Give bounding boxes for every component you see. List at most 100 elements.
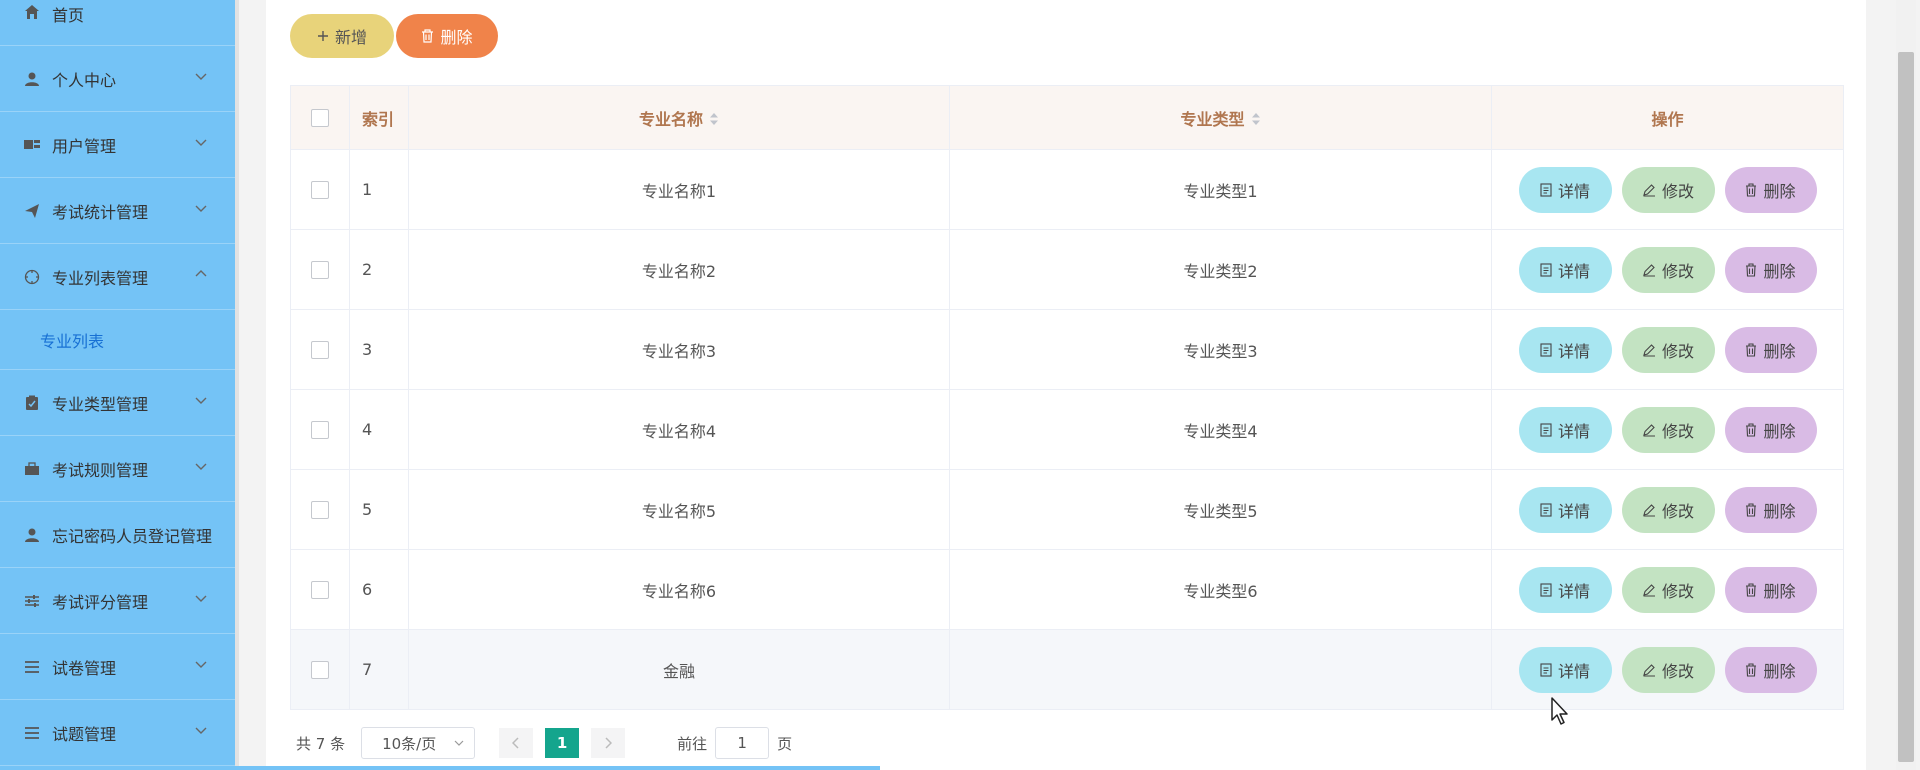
sidebar-item-papers[interactable]: 试卷管理	[0, 634, 235, 700]
document-icon	[1540, 182, 1552, 197]
row-delete-button[interactable]: 删除	[1724, 406, 1817, 453]
page-scrollbar[interactable]	[1896, 0, 1916, 770]
table-row[interactable]: 6 专业名称6 专业类型6 详情 修改 删除	[290, 549, 1844, 630]
delete-label: 删除	[1763, 501, 1796, 521]
header-name[interactable]: 专业名称	[408, 85, 950, 150]
sidebar-item-profile[interactable]: 个人中心	[0, 46, 235, 112]
sidebar-item-exam-rules[interactable]: 考试规则管理	[0, 436, 235, 502]
row-checkbox[interactable]	[311, 661, 329, 680]
edit-label: 修改	[1661, 421, 1694, 441]
next-page-button[interactable]	[591, 728, 626, 758]
detail-button[interactable]: 详情	[1518, 246, 1612, 293]
menu-icon	[22, 723, 42, 743]
sidebar-item-questions[interactable]: 试题管理	[0, 700, 235, 766]
sidebar-item-label: 忘记密码人员登记管理	[52, 526, 213, 546]
scrollbar-thumb[interactable]	[1898, 52, 1914, 762]
sidebar-item-label: 考试规则管理	[52, 460, 149, 480]
prev-page-button[interactable]	[499, 728, 534, 758]
edit-button[interactable]: 修改	[1621, 646, 1715, 693]
row-major-type	[949, 629, 1492, 710]
row-checkbox-cell	[290, 629, 350, 710]
row-delete-button[interactable]: 删除	[1724, 246, 1817, 293]
detail-button[interactable]: 详情	[1518, 406, 1612, 453]
row-major-name: 专业名称3	[408, 309, 950, 390]
row-delete-button[interactable]: 删除	[1724, 326, 1817, 373]
edit-button[interactable]: 修改	[1621, 326, 1715, 373]
edit-icon	[1642, 663, 1656, 677]
row-checkbox[interactable]	[311, 421, 329, 440]
edit-label: 修改	[1661, 581, 1694, 601]
sidebar-item-major-type-mgmt[interactable]: 专业类型管理	[0, 370, 235, 436]
row-checkbox-cell	[290, 549, 350, 630]
delete-button[interactable]: 删除	[396, 14, 498, 58]
row-delete-button[interactable]: 删除	[1724, 566, 1817, 613]
goto-page: 前往 1 页	[677, 727, 792, 759]
table-row[interactable]: 1 专业名称1 专业类型1 详情 修改 删除	[290, 149, 1844, 230]
sidebar-item-exam-scoring[interactable]: 考试评分管理	[0, 568, 235, 634]
detail-button[interactable]: 详情	[1518, 486, 1612, 533]
edit-button[interactable]: 修改	[1621, 166, 1715, 213]
table-row[interactable]: 7 金融 详情 修改 删除	[290, 629, 1844, 710]
sidebar-item-users[interactable]: 用户管理	[0, 112, 235, 178]
sidebar-item-home[interactable]: 首页	[0, 0, 235, 46]
table-row[interactable]: 4 专业名称4 专业类型4 详情 修改 删除	[290, 389, 1844, 470]
detail-label: 详情	[1557, 181, 1590, 201]
trash-icon	[1745, 262, 1757, 277]
table-row[interactable]: 2 专业名称2 专业类型2 详情 修改 删除	[290, 229, 1844, 310]
detail-button[interactable]: 详情	[1518, 566, 1612, 613]
sidebar-item-forgot-password[interactable]: 忘记密码人员登记管理	[0, 502, 235, 568]
delete-label: 删除	[1763, 581, 1796, 601]
sidebar-item-label: 个人中心	[52, 70, 117, 90]
row-index: 5	[349, 469, 409, 550]
header-type[interactable]: 专业类型	[949, 85, 1492, 150]
sidebar: 首页 个人中心 用户管理 考试统计管理 专业列表管理 专业列表 专业类型管理 考…	[0, 0, 235, 770]
row-delete-button[interactable]: 删除	[1724, 166, 1817, 213]
detail-button[interactable]: 详情	[1518, 646, 1612, 693]
edit-button[interactable]: 修改	[1621, 486, 1715, 533]
row-checkbox-cell	[290, 309, 350, 390]
user-icon	[22, 525, 42, 545]
sidebar-item-label: 用户管理	[52, 136, 117, 156]
sort-icon[interactable]	[709, 111, 719, 130]
row-major-name: 专业名称6	[408, 549, 950, 630]
row-checkbox[interactable]	[311, 261, 329, 280]
page-size-select[interactable]: 10条/页	[361, 727, 476, 759]
edit-button[interactable]: 修改	[1621, 246, 1715, 293]
chevron-down-icon	[193, 590, 209, 606]
goto-label: 前往	[677, 734, 708, 753]
bottom-progress-line	[235, 766, 880, 770]
row-checkbox[interactable]	[311, 501, 329, 520]
edit-button[interactable]: 修改	[1621, 566, 1715, 613]
page-size-value: 10条/页	[382, 734, 437, 753]
edit-button[interactable]: 修改	[1621, 406, 1715, 453]
row-checkbox[interactable]	[311, 181, 329, 200]
goto-input[interactable]: 1	[715, 727, 770, 759]
clipboard-icon	[22, 393, 42, 413]
detail-button[interactable]: 详情	[1518, 326, 1612, 373]
sidebar-item-label: 专业类型管理	[52, 394, 149, 414]
sidebar-scrollbar[interactable]	[235, 0, 239, 770]
sort-icon[interactable]	[1251, 111, 1261, 130]
row-checkbox[interactable]	[311, 341, 329, 360]
table-row[interactable]: 5 专业名称5 专业类型5 详情 修改 删除	[290, 469, 1844, 550]
trash-icon	[1745, 502, 1757, 517]
sidebar-item-exam-stats[interactable]: 考试统计管理	[0, 178, 235, 244]
row-major-type: 专业类型4	[949, 389, 1492, 470]
sidebar-subitem-major-list[interactable]: 专业列表	[0, 310, 235, 370]
detail-button[interactable]: 详情	[1518, 166, 1612, 213]
row-major-name: 专业名称5	[408, 469, 950, 550]
row-major-type: 专业类型5	[949, 469, 1492, 550]
header-type-label: 专业类型	[1180, 109, 1245, 129]
row-major-name: 专业名称2	[408, 229, 950, 310]
row-actions: 详情 修改 删除	[1491, 469, 1844, 550]
row-checkbox-cell	[290, 229, 350, 310]
row-delete-button[interactable]: 删除	[1724, 486, 1817, 533]
add-button[interactable]: 新增	[290, 14, 394, 58]
sidebar-item-major-list-mgmt[interactable]: 专业列表管理	[0, 244, 235, 310]
current-page[interactable]: 1	[545, 728, 580, 758]
select-all-checkbox[interactable]	[311, 109, 329, 128]
table-row[interactable]: 3 专业名称3 专业类型3 详情 修改 删除	[290, 309, 1844, 390]
user-icon	[22, 69, 42, 89]
row-delete-button[interactable]: 删除	[1724, 646, 1817, 693]
row-checkbox[interactable]	[311, 581, 329, 600]
